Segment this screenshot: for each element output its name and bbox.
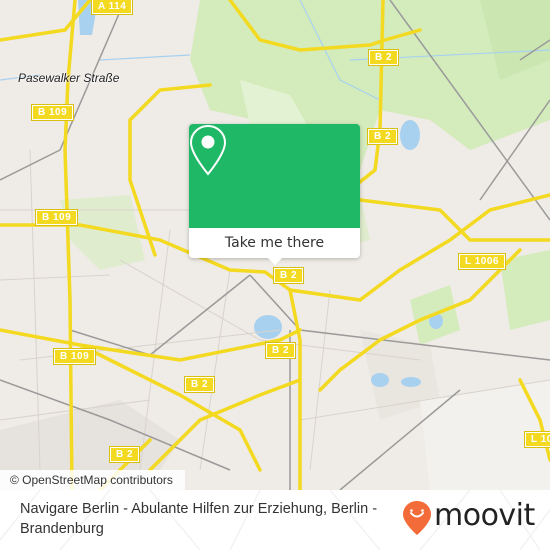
road-shield-b2: B 2 <box>272 267 305 284</box>
map-view[interactable]: Pasewalker Straße A 114 B 2 B 2 B 109 B … <box>0 0 550 490</box>
road-shield-b109: B 109 <box>52 348 97 365</box>
location-popup: Take me there <box>189 124 360 265</box>
moovit-logo[interactable]: moovit <box>402 498 542 540</box>
road-shield-b2: B 2 <box>183 376 216 393</box>
location-title: Navigare Berlin - Abulante Hilfen zur Er… <box>20 501 378 537</box>
road-shield-a114: A 114 <box>90 0 134 15</box>
footer: Navigare Berlin - Abulante Hilfen zur Er… <box>0 490 550 550</box>
road-shield-l10: L 10 <box>524 431 550 448</box>
road-shield-b2: B 2 <box>366 128 399 145</box>
road-shield-l1006: L 1006 <box>458 253 506 270</box>
take-me-there-button[interactable]: Take me there <box>189 228 360 258</box>
road-shield-b109: B 109 <box>34 209 79 226</box>
lake <box>371 373 389 387</box>
popup-pointer <box>267 257 283 265</box>
place-label-pasewalker-strasse: Pasewalker Straße <box>18 71 120 85</box>
map-pin-icon <box>189 124 227 176</box>
lake <box>400 120 420 150</box>
park-area <box>60 195 145 270</box>
moovit-pin-icon <box>403 501 431 535</box>
moovit-wordmark: moovit <box>434 498 535 533</box>
road-shield-b109: B 109 <box>30 104 75 121</box>
road-shield-b2: B 2 <box>367 49 400 66</box>
map-attribution[interactable]: © OpenStreetMap contributors <box>0 470 185 490</box>
popup-header <box>189 124 360 228</box>
lake <box>254 315 282 339</box>
urban-area <box>0 400 180 470</box>
lake <box>401 377 421 387</box>
road-shield-b2: B 2 <box>264 342 297 359</box>
road-shield-b2: B 2 <box>108 446 141 463</box>
